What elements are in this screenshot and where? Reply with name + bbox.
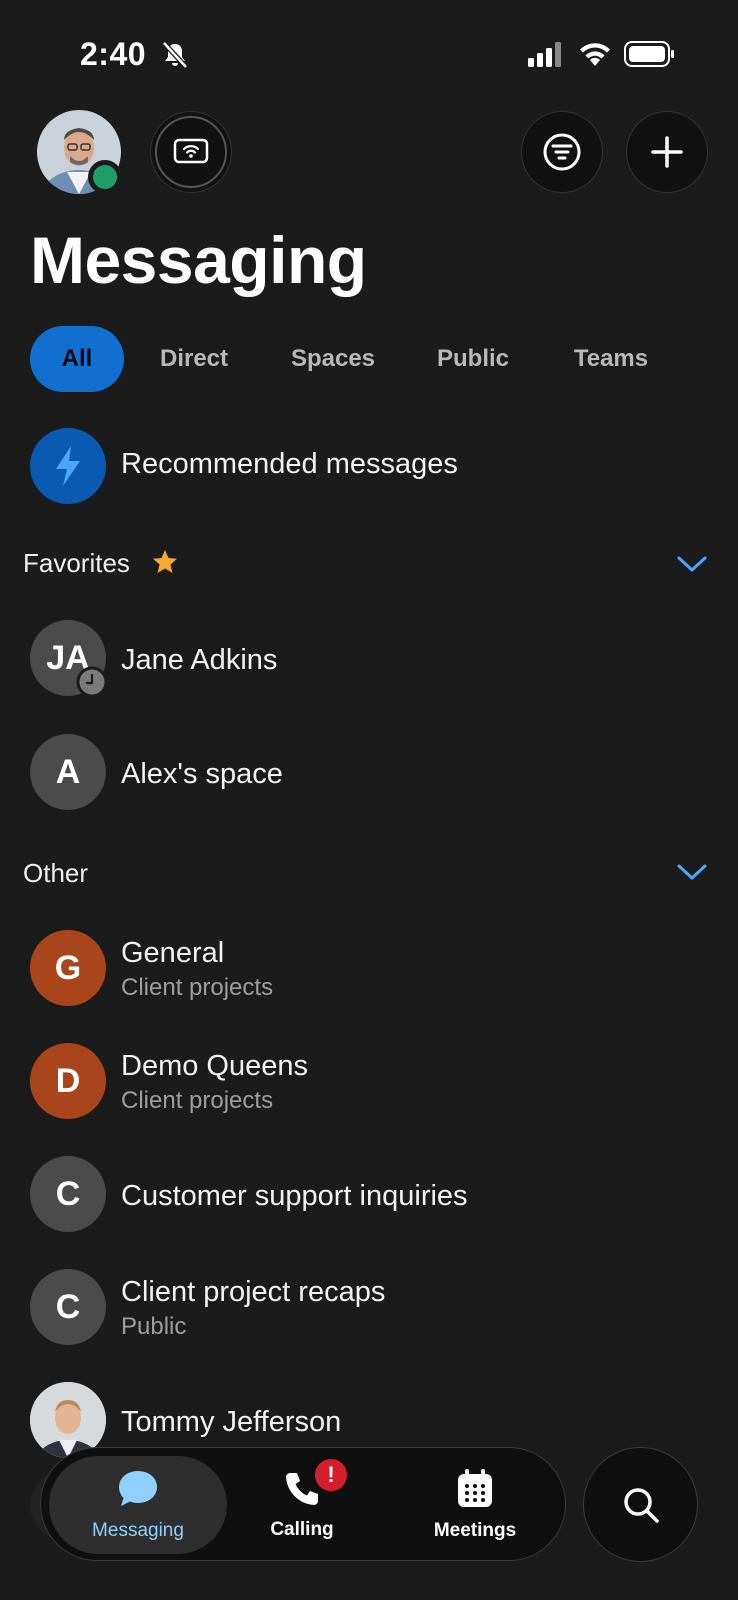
list-item[interactable]: A Alex's space [0, 734, 738, 818]
bell-muted-icon [162, 41, 188, 69]
contact-name: Tommy Jefferson [121, 1406, 342, 1438]
calendar-icon [458, 1469, 492, 1507]
list-item[interactable]: D Demo Queens Client projects [0, 1043, 738, 1127]
device-connection-button[interactable] [150, 111, 232, 193]
recommended-avatar [30, 428, 106, 504]
space-name: General [121, 937, 225, 969]
calling-alert-badge: ! [312, 1456, 350, 1494]
tab-all[interactable]: All [30, 326, 124, 392]
search-button[interactable] [583, 1447, 698, 1562]
space-subtitle: Public [121, 1313, 187, 1340]
nav-meetings-label: Meetings [433, 1520, 517, 1541]
clock-icon [76, 666, 108, 698]
list-item[interactable]: C Customer support inquiries [0, 1156, 738, 1240]
bottom-navigation: Messaging Calling Meetings [40, 1447, 566, 1561]
chat-bubble-icon [119, 1471, 157, 1506]
new-message-button[interactable] [626, 111, 708, 193]
tab-public[interactable]: Public [432, 326, 514, 392]
tab-spaces[interactable]: Spaces [278, 326, 388, 392]
star-icon [153, 550, 178, 573]
wifi-icon [580, 43, 610, 66]
nav-meetings[interactable]: Meetings [391, 1456, 559, 1554]
battery-icon [624, 41, 674, 67]
favorites-label: Favorites [23, 548, 130, 578]
other-chevron-down-icon[interactable] [676, 862, 708, 882]
filter-button[interactable] [521, 111, 603, 193]
plus-icon [651, 136, 683, 168]
list-item[interactable]: C Client project recaps Public [0, 1269, 738, 1353]
page-title: Messaging [30, 223, 367, 297]
space-name: Alex's space [121, 758, 283, 790]
tab-direct[interactable]: Direct [154, 326, 234, 392]
space-name: Demo Queens [121, 1050, 308, 1082]
recommended-messages-label: Recommended messages [121, 448, 458, 480]
other-section-header[interactable]: Other [23, 858, 88, 889]
list-item[interactable]: G General Client projects [0, 930, 738, 1014]
space-name: Client project recaps [121, 1276, 386, 1308]
filter-icon [543, 133, 581, 171]
space-name: Customer support inquiries [121, 1180, 468, 1212]
list-item[interactable]: JA Jane Adkins [0, 620, 738, 704]
recommended-messages-row[interactable]: Recommended messages [0, 424, 738, 508]
search-icon [623, 1487, 659, 1523]
space-subtitle: Client projects [121, 974, 274, 1001]
status-bar: 2:40 [0, 0, 738, 100]
space-avatar: D [30, 1043, 106, 1119]
status-time: 2:40 [80, 36, 147, 72]
wireless-device-icon [173, 138, 209, 164]
tab-teams[interactable]: Teams [566, 326, 656, 392]
filter-tabs: All Direct Spaces Public Teams [30, 326, 656, 392]
presence-status-dot [88, 160, 122, 194]
favorites-chevron-down-icon[interactable] [676, 554, 708, 574]
lightning-icon [56, 446, 80, 486]
space-avatar: G [30, 930, 106, 1006]
other-label: Other [23, 858, 89, 888]
cellular-signal-icon [528, 42, 561, 67]
nav-messaging-label: Messaging [92, 1520, 184, 1541]
contact-name: Jane Adkins [121, 644, 278, 676]
space-avatar: C [30, 1269, 106, 1345]
favorites-section-header[interactable]: Favorites [23, 548, 179, 579]
space-avatar: A [30, 734, 106, 810]
space-subtitle: Client projects [121, 1087, 274, 1114]
space-avatar: C [30, 1156, 106, 1232]
nav-calling-label: Calling [270, 1519, 334, 1540]
nav-messaging[interactable]: Messaging [49, 1456, 227, 1554]
